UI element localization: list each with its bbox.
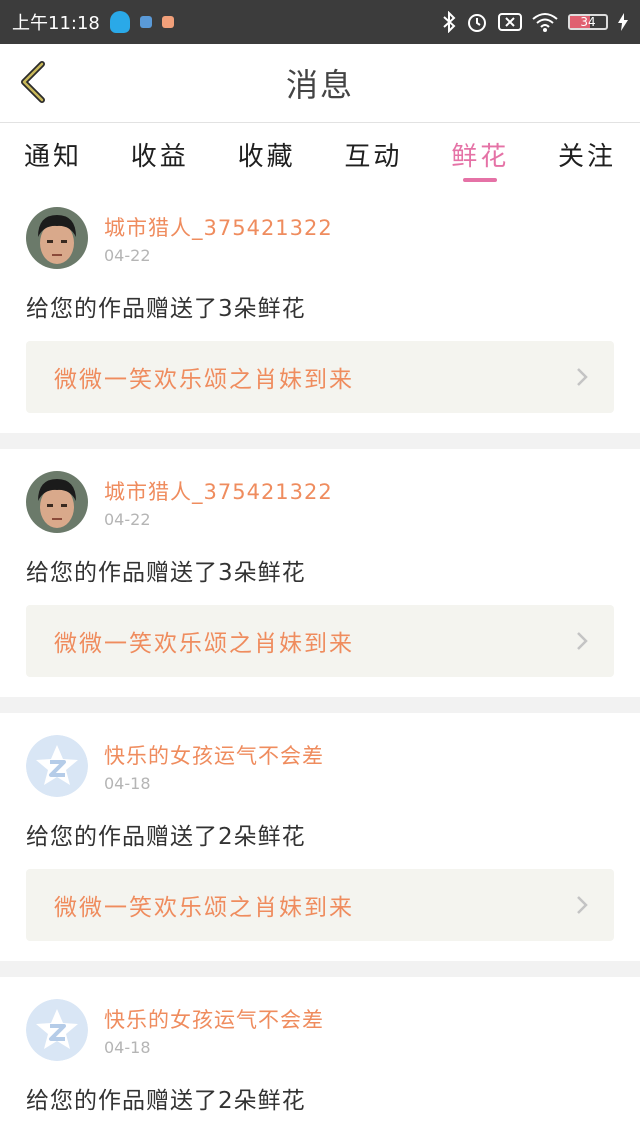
message-card: 城市猎人_375421322 04-22 给您的作品赠送了3朵鲜花 微微一笑欢乐… [0, 449, 640, 713]
message-list: 城市猎人_375421322 04-22 给您的作品赠送了3朵鲜花 微微一笑欢乐… [0, 185, 640, 1135]
app-header: 消息 [0, 44, 640, 123]
avatar[interactable] [26, 471, 88, 533]
battery-indicator: 34 [568, 14, 608, 30]
tab-interaction[interactable]: 互动 [344, 123, 402, 185]
app-notification-icon [139, 16, 152, 28]
work-title: 微微一笑欢乐颂之肖妹到来 [54, 631, 354, 657]
message-card: 快乐的女孩运气不会差 04-18 给您的作品赠送了2朵鲜花 微微一笑欢乐颂之肖妹… [0, 713, 640, 977]
tab-favorites[interactable]: 收藏 [238, 123, 296, 185]
default-avatar-icon[interactable] [26, 735, 88, 797]
user-name[interactable]: 城市猎人_375421322 [104, 212, 333, 242]
chevron-right-icon [577, 368, 588, 386]
user-name[interactable]: 城市猎人_375421322 [104, 476, 333, 506]
tab-flowers[interactable]: 鲜花 [451, 123, 509, 185]
work-link[interactable]: 微微一笑欢乐颂之肖妹到来 [26, 605, 614, 677]
tab-earnings[interactable]: 收益 [131, 123, 189, 185]
avatar[interactable] [26, 207, 88, 269]
charging-icon [618, 13, 628, 31]
page-title: 消息 [285, 66, 354, 104]
message-date: 04-22 [104, 509, 151, 529]
app-notification-icon-2 [161, 16, 174, 28]
message-text: 给您的作品赠送了2朵鲜花 [26, 824, 306, 850]
message-date: 04-18 [104, 1037, 151, 1057]
work-link[interactable]: 微微一笑欢乐颂之肖妹到来 [26, 869, 614, 941]
chevron-right-icon [577, 896, 588, 914]
tab-following[interactable]: 关注 [558, 123, 616, 185]
work-link[interactable]: 微微一笑欢乐颂之肖妹到来 [26, 341, 614, 413]
back-arrow-icon[interactable] [14, 58, 58, 106]
wifi-icon [532, 13, 558, 32]
tab-bar: 通知 收益 收藏 互动 鲜花 关注 [0, 123, 640, 185]
status-time: 上午11:18 [12, 13, 100, 34]
message-date: 04-22 [104, 245, 151, 265]
work-title: 微微一笑欢乐颂之肖妹到来 [54, 367, 354, 393]
status-bar: 上午11:18 34 [0, 0, 640, 44]
qq-icon [109, 11, 130, 33]
default-avatar-icon[interactable] [26, 999, 88, 1061]
battery-level: 34 [580, 15, 596, 29]
user-name[interactable]: 快乐的女孩运气不会差 [104, 1004, 324, 1034]
message-card: 快乐的女孩运气不会差 04-18 给您的作品赠送了2朵鲜花 [0, 977, 640, 1135]
message-card: 城市猎人_375421322 04-22 给您的作品赠送了3朵鲜花 微微一笑欢乐… [0, 185, 640, 449]
user-name[interactable]: 快乐的女孩运气不会差 [104, 740, 324, 770]
message-text: 给您的作品赠送了2朵鲜花 [26, 1088, 306, 1114]
no-sim-icon [498, 13, 522, 31]
bluetooth-icon [443, 11, 456, 33]
message-text: 给您的作品赠送了3朵鲜花 [26, 560, 306, 586]
alarm-icon [468, 14, 486, 32]
message-date: 04-18 [104, 773, 151, 793]
tab-notice[interactable]: 通知 [24, 123, 82, 185]
chevron-right-icon [577, 632, 588, 650]
work-title: 微微一笑欢乐颂之肖妹到来 [54, 895, 354, 921]
message-text: 给您的作品赠送了3朵鲜花 [26, 296, 306, 322]
